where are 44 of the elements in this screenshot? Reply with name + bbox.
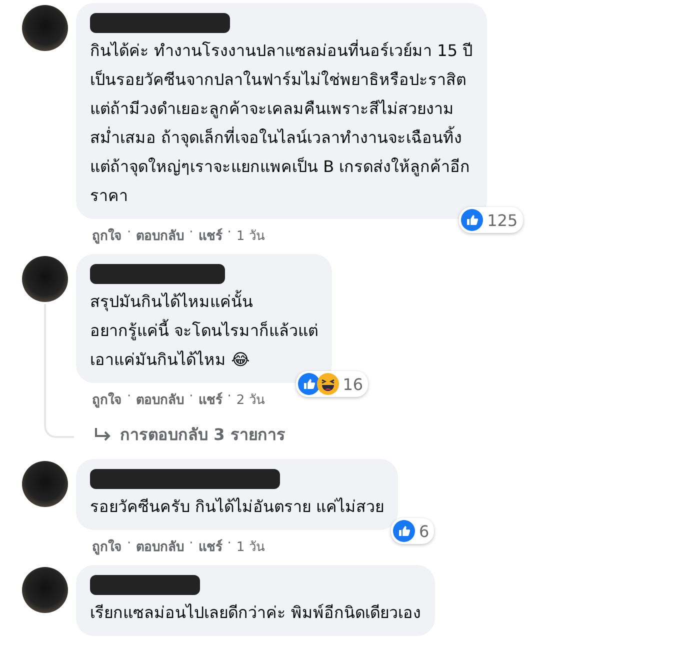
comment-text: เรียกแซลม่อนไปเลยดีกว่าค่ะ พิมพ์อีกนิดเดียวเอง xyxy=(90,602,422,624)
view-replies-link[interactable]: การตอบกลับ 3 รายการ xyxy=(120,422,286,447)
comment-action-link[interactable]: ตอบกลับ xyxy=(136,389,184,410)
separator-dot: · xyxy=(227,389,232,406)
comment-action-link[interactable]: ตอบกลับ xyxy=(136,536,184,557)
separator-dot: · xyxy=(127,536,132,553)
comment-action-link[interactable]: แชร์ xyxy=(198,536,222,557)
comment-action-link[interactable]: ถูกใจ xyxy=(92,389,122,410)
comment-text: เป็นรอยวัคซีนจากปลาในฟาร์มไม่ใช่พยาธิหรือปะราสิต xyxy=(90,69,467,91)
comment-time[interactable]: 1 วัน xyxy=(236,225,265,246)
reaction-badge[interactable]: 6 xyxy=(390,518,434,544)
reaction-count: 6 xyxy=(418,522,430,540)
comment-action-link[interactable]: ถูกใจ xyxy=(92,225,122,246)
separator-dot: · xyxy=(227,225,232,242)
comment-time[interactable]: 2 วัน xyxy=(236,389,265,410)
comment-time[interactable]: 1 วัน xyxy=(236,536,265,557)
avatar[interactable] xyxy=(22,256,68,302)
separator-dot: · xyxy=(189,536,194,553)
comment-text: แต่ถ้ามีวงดำเยอะลูกค้าจะเคลมคืนเพราะสีไม่สวยงาม xyxy=(90,98,455,120)
comment-text: แต่ถ้าจุดใหญ่ๆเราจะแยกแพคเป็น B เกรดส่งให้ลูกค้าอีก xyxy=(90,156,472,178)
reaction-count: 125 xyxy=(487,210,518,230)
comment-action-link[interactable]: แชร์ xyxy=(198,225,222,246)
separator-dot: · xyxy=(189,225,194,242)
reaction-badge[interactable]: 16 xyxy=(296,371,368,397)
reply-arrow-icon xyxy=(94,426,112,442)
separator-dot: · xyxy=(127,389,132,406)
reaction-badge[interactable]: 125 xyxy=(459,207,523,233)
comment-text: อยากรู้แค่นี้ จะโดนไรมาก็แล้วแต่ xyxy=(90,318,318,342)
comment-text: เอาแค่มันกินได้ไหม 😂 xyxy=(90,349,251,371)
comment-text: รอยวัคซีนครับ กินได้ไม่อันตราย แค่ไม่สวย xyxy=(90,496,384,518)
reaction-count: 16 xyxy=(342,374,364,394)
avatar[interactable] xyxy=(22,567,68,613)
comment-action-link[interactable]: แชร์ xyxy=(198,389,222,410)
comment-text: กินได้ค่ะ ทำงานโรงงานปลาแซลม่อนที่นอร์เวย์มา 15 ปี xyxy=(90,38,473,62)
comment-action-link[interactable]: ถูกใจ xyxy=(92,536,122,557)
separator-dot: · xyxy=(189,389,194,406)
comment-text: สรุปมันกินได้ไหมแค่นั้น xyxy=(90,289,254,314)
comment-text: ราคา xyxy=(90,185,129,207)
separator-dot: · xyxy=(227,536,232,553)
separator-dot: · xyxy=(127,225,132,242)
avatar[interactable] xyxy=(22,5,68,51)
comment-action-link[interactable]: ตอบกลับ xyxy=(136,225,184,246)
comment-text: สม่ำเสมอ ถ้าจุดเล็กที่เจอในไลน์เวลาทำงานจะเฉือนทิ้ง xyxy=(90,125,464,150)
avatar[interactable] xyxy=(22,461,68,507)
